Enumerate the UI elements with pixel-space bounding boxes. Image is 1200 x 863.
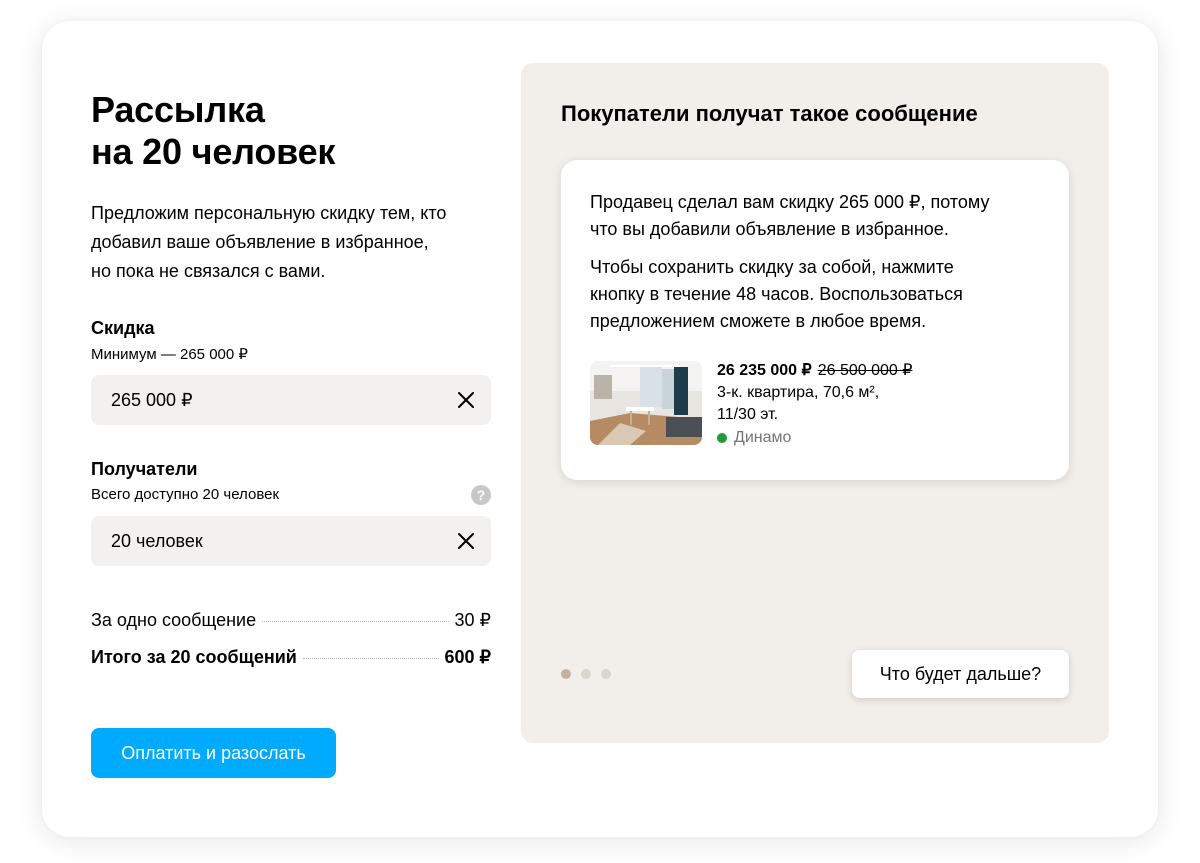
metro-line-dot-icon xyxy=(717,433,727,443)
paragraph-2-line-3: предложением сможете в любое время. xyxy=(590,311,927,331)
message-preview-panel: Покупатели получат такое сообщение Прода… xyxy=(521,63,1109,743)
paragraph-2-line-1: Чтобы сохранить скидку за собой, нажмите xyxy=(590,257,954,277)
paragraph-1-line-2: что вы добавили объявление в избранное. xyxy=(590,219,949,239)
discount-input[interactable]: 265 000 ₽ xyxy=(91,375,491,425)
dotted-leader xyxy=(262,621,449,622)
discount-hint: Минимум — 265 000 ₽ xyxy=(91,346,248,363)
carousel-pager xyxy=(561,669,621,679)
paragraph-2-line-2: кнопку в течение 48 часов. Воспользовать… xyxy=(590,284,963,304)
per-message-label: За одно сообщение xyxy=(91,610,257,630)
close-icon[interactable] xyxy=(456,531,476,551)
page-title: Рассылка на 20 человек xyxy=(91,89,335,173)
dotted-leader xyxy=(302,658,439,659)
message-paragraph-1: Продавец сделал вам скидку 265 000 ₽, по… xyxy=(590,189,1040,243)
ad-metro: Динамо xyxy=(717,428,791,448)
close-icon[interactable] xyxy=(456,390,476,410)
recipients-input[interactable]: 20 человек xyxy=(91,516,491,566)
pager-dot-2[interactable] xyxy=(581,669,591,679)
recipients-value: 20 человек xyxy=(111,530,203,551)
ad-description-line-2: 11/30 эт. xyxy=(717,406,779,423)
discount-label: Скидка xyxy=(91,318,155,338)
title-line-2: на 20 человек xyxy=(91,131,336,172)
pager-dot-1[interactable] xyxy=(561,669,571,679)
per-message-row: За одно сообщение 30 ₽ xyxy=(91,609,491,631)
price-new: 26 235 000 ₽ xyxy=(717,362,812,379)
ad-snippet[interactable]: 26 235 000 ₽ 26 500 000 ₽ 3-к. квартира, … xyxy=(590,361,1040,451)
apartment-photo xyxy=(590,361,702,445)
recipients-hint: Всего доступно 20 человек xyxy=(91,486,280,503)
description-line-2: добавил ваше объявление в избранное, xyxy=(91,232,429,252)
form-description: Предложим персональную скидку тем, кто д… xyxy=(91,199,491,286)
paragraph-1-line-1: Продавец сделал вам скидку 265 000 ₽, по… xyxy=(590,192,990,212)
price-old: 26 500 000 ₽ xyxy=(817,362,913,379)
pay-and-send-button[interactable]: Оплатить и разослать xyxy=(91,728,336,778)
ad-price: 26 235 000 ₽ 26 500 000 ₽ xyxy=(717,361,912,381)
total-row: Итого за 20 сообщений 600 ₽ xyxy=(91,646,491,668)
preview-title: Покупатели получат такое сообщение xyxy=(561,101,978,126)
ad-description-line-1: 3-к. квартира, 70,6 м², xyxy=(717,384,880,401)
total-label: Итого за 20 сообщений xyxy=(91,647,297,667)
message-paragraph-2: Чтобы сохранить скидку за собой, нажмите… xyxy=(590,254,1040,335)
total-value: 600 ₽ xyxy=(444,647,492,667)
recipients-label: Получатели xyxy=(91,459,198,479)
per-message-value: 30 ₽ xyxy=(454,610,491,630)
message-card: Продавец сделал вам скидку 265 000 ₽, по… xyxy=(561,160,1069,480)
metro-station: Динамо xyxy=(734,429,792,446)
what-next-button[interactable]: Что будет дальше? xyxy=(852,650,1069,698)
title-line-1: Рассылка xyxy=(91,89,265,130)
discount-value: 265 000 ₽ xyxy=(111,389,193,410)
description-line-3: но пока не связался с вами. xyxy=(91,261,326,281)
description-line-1: Предложим персональную скидку тем, кто xyxy=(91,203,447,223)
pager-dot-3[interactable] xyxy=(601,669,611,679)
mailing-modal: Рассылка на 20 человек Предложим персона… xyxy=(42,21,1158,837)
question-icon[interactable]: ? xyxy=(471,485,491,505)
